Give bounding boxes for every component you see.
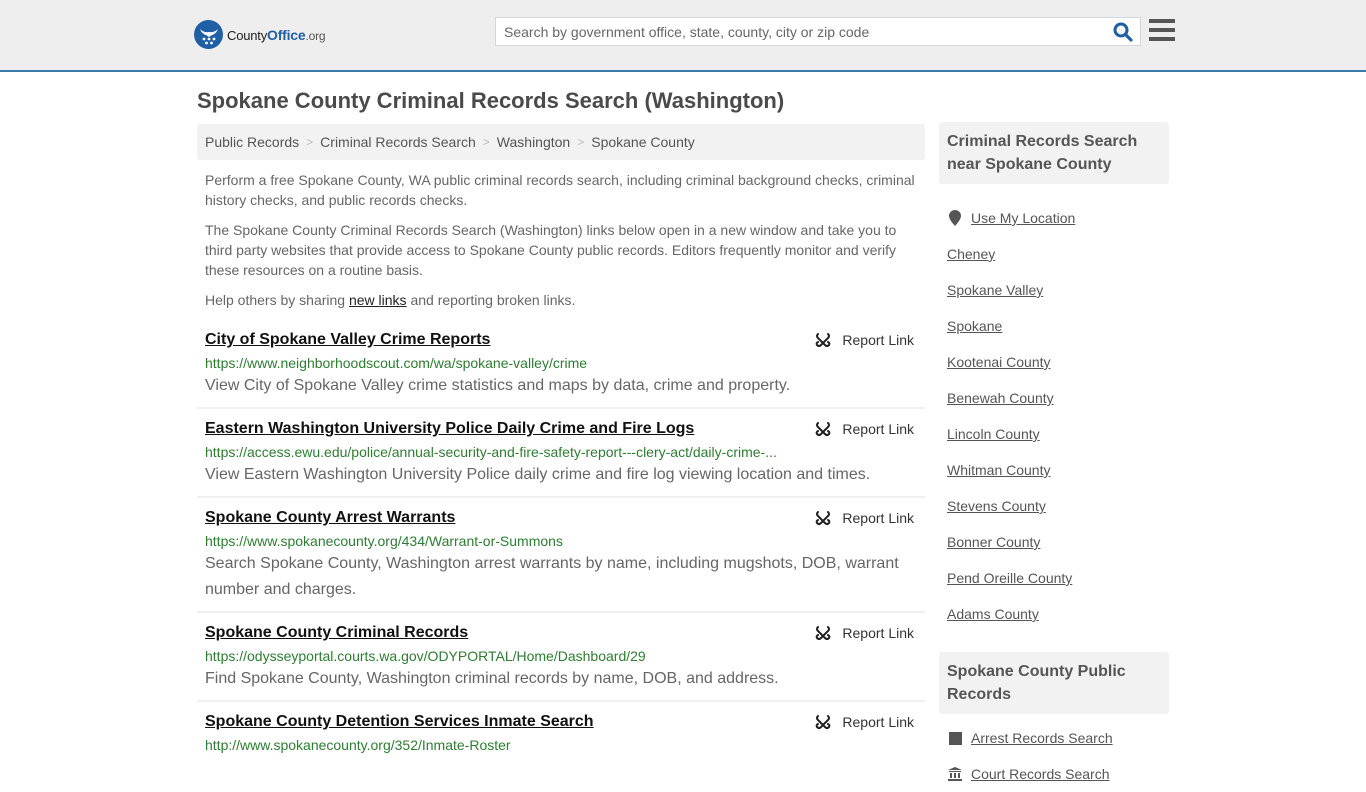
- nearby-item: Bonner County: [947, 524, 1161, 560]
- nearby-item: Spokane Valley: [947, 272, 1161, 308]
- nearby-item: Stevens County: [947, 488, 1161, 524]
- breadcrumb-item-public-records[interactable]: Public Records: [205, 134, 299, 150]
- nearby-item: Cheney: [947, 236, 1161, 272]
- nearby-item: Kootenai County: [947, 344, 1161, 380]
- nearby-item: Benewah County: [947, 380, 1161, 416]
- result-title-link[interactable]: Spokane County Criminal Records: [205, 623, 468, 643]
- result-title-link[interactable]: City of Spokane Valley Crime Reports: [205, 330, 490, 350]
- broken-link-icon: [816, 715, 831, 729]
- report-link-button[interactable]: Report Link: [815, 332, 914, 348]
- court-records-search-link[interactable]: Court Records Search: [971, 766, 1110, 782]
- public-records-list: Arrest Records Search Court Records Sear…: [939, 714, 1169, 792]
- use-my-location-item: Use My Location: [947, 200, 1161, 236]
- new-links-link[interactable]: new links: [349, 292, 407, 308]
- use-my-location-link[interactable]: Use My Location: [971, 210, 1075, 226]
- result-item: Spokane County Arrest Warrants https://w…: [197, 498, 925, 613]
- result-description: Search Spokane County, Washington arrest…: [205, 555, 899, 598]
- intro-paragraph-share: Help others by sharing new links and rep…: [205, 292, 576, 308]
- search-icon: [1113, 22, 1133, 42]
- search-bar: [495, 17, 1141, 46]
- public-records-item: Court Records Search: [947, 756, 1161, 792]
- site-header: CountyOffice.org: [0, 0, 1366, 72]
- nearby-link[interactable]: Benewah County: [947, 390, 1054, 406]
- public-records-item: Arrest Records Search: [947, 720, 1161, 756]
- broken-link-icon: [816, 333, 831, 347]
- nearby-link[interactable]: Bonner County: [947, 534, 1040, 550]
- result-title-link[interactable]: Spokane County Arrest Warrants: [205, 508, 455, 528]
- page-title: Spokane County Criminal Records Search (…: [197, 88, 785, 113]
- intro-paragraph: The Spokane County Criminal Records Sear…: [205, 222, 897, 278]
- courthouse-icon: [947, 767, 963, 781]
- eagle-logo-icon: [194, 20, 223, 49]
- nearby-link[interactable]: Lincoln County: [947, 426, 1040, 442]
- nearby-item: Adams County: [947, 596, 1161, 632]
- square-icon: [947, 731, 963, 745]
- result-url: https://www.neighborhoodscout.com/wa/spo…: [205, 355, 588, 371]
- logo-text: CountyOffice.org: [227, 26, 326, 43]
- nearby-link[interactable]: Pend Oreille County: [947, 570, 1072, 586]
- result-item: City of Spokane Valley Crime Reports htt…: [197, 320, 925, 409]
- breadcrumb-separator: >: [482, 135, 490, 149]
- breadcrumb-item-washington[interactable]: Washington: [497, 134, 570, 150]
- result-item: Spokane County Detention Services Inmate…: [197, 702, 925, 762]
- result-item: Eastern Washington University Police Dai…: [197, 409, 925, 498]
- report-link-button[interactable]: Report Link: [815, 510, 914, 526]
- nearby-item: Lincoln County: [947, 416, 1161, 452]
- nearby-link[interactable]: Spokane: [947, 318, 1002, 334]
- breadcrumb-item-spokane-county[interactable]: Spokane County: [591, 134, 695, 150]
- nearby-link[interactable]: Stevens County: [947, 498, 1046, 514]
- search-input[interactable]: [496, 18, 1106, 45]
- broken-link-icon: [816, 626, 831, 640]
- result-url: https://access.ewu.edu/police/annual-sec…: [205, 444, 777, 460]
- site-logo[interactable]: CountyOffice.org: [194, 20, 326, 49]
- broken-link-icon: [816, 511, 831, 525]
- nearby-link[interactable]: Cheney: [947, 246, 995, 262]
- nearby-link[interactable]: Spokane Valley: [947, 282, 1043, 298]
- sidebar-heading-public-records: Spokane County Public Records: [939, 652, 1169, 714]
- hamburger-menu-icon-bar: [1149, 37, 1175, 41]
- hamburger-menu-icon-bar: [1149, 28, 1175, 32]
- result-title-link[interactable]: Eastern Washington University Police Dai…: [205, 419, 694, 439]
- breadcrumb-separator: >: [306, 135, 314, 149]
- nearby-link[interactable]: Kootenai County: [947, 354, 1051, 370]
- report-link-button[interactable]: Report Link: [815, 625, 914, 641]
- results-list: City of Spokane Valley Crime Reports htt…: [197, 320, 925, 762]
- result-description: Find Spokane County, Washington criminal…: [205, 670, 779, 687]
- result-url: http://www.spokanecounty.org/352/Inmate-…: [205, 737, 511, 753]
- hamburger-menu-icon-bar: [1149, 19, 1175, 23]
- report-link-button[interactable]: Report Link: [815, 421, 914, 437]
- nearby-item: Whitman County: [947, 452, 1161, 488]
- nearby-item: Pend Oreille County: [947, 560, 1161, 596]
- nearby-item: Spokane: [947, 308, 1161, 344]
- breadcrumb: Public Records > Criminal Records Search…: [197, 124, 925, 160]
- broken-link-icon: [816, 422, 831, 436]
- sidebar-heading-nearby: Criminal Records Search near Spokane Cou…: [939, 122, 1169, 184]
- result-description: View Eastern Washington University Polic…: [205, 466, 871, 483]
- breadcrumb-separator: >: [577, 135, 585, 149]
- hamburger-menu-button[interactable]: [1149, 19, 1175, 41]
- report-link-button[interactable]: Report Link: [815, 714, 914, 730]
- search-button[interactable]: [1106, 18, 1140, 45]
- result-url: https://www.spokanecounty.org/434/Warran…: [205, 533, 563, 549]
- breadcrumb-item-criminal-records-search[interactable]: Criminal Records Search: [320, 134, 476, 150]
- nearby-list: Use My Location Cheney Spokane Valley Sp…: [939, 184, 1169, 632]
- nearby-link[interactable]: Adams County: [947, 606, 1039, 622]
- result-item: Spokane County Criminal Records https://…: [197, 613, 925, 702]
- intro-text: Perform a free Spokane County, WA public…: [205, 170, 923, 320]
- sidebar: Criminal Records Search near Spokane Cou…: [939, 122, 1169, 792]
- nearby-link[interactable]: Whitman County: [947, 462, 1050, 478]
- result-description: View City of Spokane Valley crime statis…: [205, 377, 791, 394]
- map-pin-icon: [947, 210, 963, 226]
- result-url: https://odysseyportal.courts.wa.gov/ODYP…: [205, 648, 646, 664]
- intro-paragraph: Perform a free Spokane County, WA public…: [205, 172, 915, 208]
- result-title-link[interactable]: Spokane County Detention Services Inmate…: [205, 712, 594, 732]
- arrest-records-search-link[interactable]: Arrest Records Search: [971, 730, 1113, 746]
